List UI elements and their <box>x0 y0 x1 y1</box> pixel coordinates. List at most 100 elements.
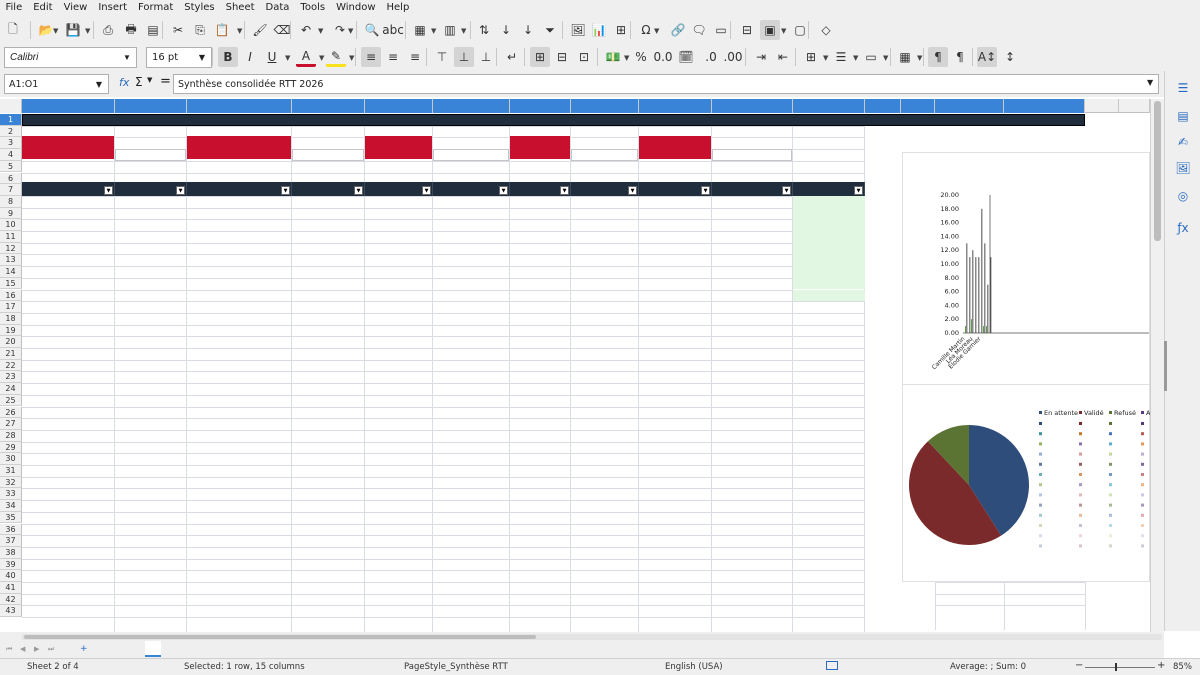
tab-instructions[interactable] <box>277 641 293 657</box>
delete-decimal-icon[interactable]: .00 <box>723 47 743 67</box>
column-header-H[interactable] <box>571 99 639 113</box>
table-cell[interactable] <box>292 196 365 208</box>
border-style-dropdown-icon[interactable]: ▼ <box>853 54 858 62</box>
row-header[interactable]: 22 <box>0 359 22 372</box>
column-header-F[interactable] <box>433 99 510 113</box>
percent-icon[interactable]: % <box>631 47 651 67</box>
table-cell[interactable] <box>571 254 639 266</box>
table-cell[interactable] <box>115 231 187 243</box>
sort-icon[interactable]: ⇅ <box>474 20 494 40</box>
comment-icon[interactable]: 🗨 <box>689 20 709 40</box>
row-header[interactable]: 38 <box>0 546 22 559</box>
pivot-table-icon[interactable]: ⊞ <box>611 20 631 40</box>
column-dropdown-icon[interactable]: ▼ <box>461 27 466 35</box>
row-header[interactable]: 41 <box>0 582 22 594</box>
decrease-indent-icon[interactable]: ⇤ <box>773 47 793 67</box>
row-header[interactable]: 43 <box>0 605 22 618</box>
align-bottom-icon[interactable]: ⊥ <box>476 47 496 67</box>
table-cell[interactable] <box>712 243 793 255</box>
table-header[interactable]: ▼ <box>22 182 115 196</box>
autofilter-icon[interactable]: ⏷ <box>540 20 560 40</box>
autofilter-button[interactable]: ▼ <box>422 185 431 195</box>
formula-input[interactable]: Synthèse consolidée RTT 2026 <box>173 74 1159 94</box>
chevron-down-icon[interactable]: ▼ <box>90 75 108 94</box>
copy-icon[interactable]: ⎘ <box>190 20 210 40</box>
increase-indent-icon[interactable]: ⇥ <box>751 47 771 67</box>
autofilter-button[interactable]: ▼ <box>354 185 363 195</box>
column-header-G[interactable] <box>510 99 571 113</box>
menu-file[interactable]: File <box>0 0 28 16</box>
merge-center-icon[interactable]: ⊞ <box>530 47 550 67</box>
alert-cell[interactable] <box>793 195 865 208</box>
underline-icon[interactable]: U <box>262 47 282 67</box>
cut-icon[interactable]: ✂ <box>168 20 188 40</box>
align-right-icon[interactable]: ≡ <box>405 47 425 67</box>
table-cell[interactable] <box>187 243 292 255</box>
table-cell[interactable] <box>365 208 433 220</box>
table-cell[interactable] <box>712 219 793 231</box>
row-header[interactable]: 25 <box>0 394 22 407</box>
table-cell[interactable] <box>433 219 510 231</box>
table-header[interactable]: ▼ <box>292 182 365 196</box>
table-cell[interactable] <box>571 266 639 278</box>
table-cell[interactable] <box>187 290 292 302</box>
border-color-dropdown-icon[interactable]: ▼ <box>883 54 888 62</box>
table-cell[interactable] <box>639 290 712 302</box>
table-cell[interactable] <box>365 219 433 231</box>
rtl-icon[interactable]: ¶ <box>950 47 970 67</box>
table-header[interactable]: ▼ <box>793 182 865 196</box>
column-header-O[interactable] <box>1004 99 1085 113</box>
column-header-K[interactable] <box>793 99 865 113</box>
table-cell[interactable] <box>365 278 433 290</box>
table-header[interactable]: ▼ <box>187 182 292 196</box>
menu-format[interactable]: Format <box>133 0 179 16</box>
new-document-icon[interactable]: 🗋 <box>3 20 23 40</box>
number-icon[interactable]: 0.0 <box>653 47 673 67</box>
ltr-icon[interactable]: ¶ <box>928 47 948 67</box>
menu-styles[interactable]: Styles <box>179 0 220 16</box>
table-cell[interactable] <box>571 231 639 243</box>
print-preview-icon[interactable]: ▤ <box>143 20 163 40</box>
row-header[interactable]: 27 <box>0 418 22 430</box>
table-cell[interactable] <box>712 266 793 278</box>
table-cell[interactable] <box>187 266 292 278</box>
currency-dropdown-icon[interactable]: ▼ <box>624 54 629 62</box>
row-header[interactable]: 32 <box>0 476 22 489</box>
row-header[interactable]: 4 <box>0 149 22 161</box>
autofilter-button[interactable]: ▼ <box>104 185 113 195</box>
paste-icon[interactable]: 📋 <box>212 20 232 40</box>
highlight-icon[interactable]: ✎ <box>326 47 346 67</box>
table-cell[interactable] <box>292 219 365 231</box>
table-cell[interactable] <box>510 196 571 208</box>
open-dropdown-icon[interactable]: ▼ <box>53 27 58 35</box>
functions-icon[interactable]: ƒx <box>1173 221 1193 241</box>
alert-cell[interactable] <box>793 254 865 267</box>
menu-sheet[interactable]: Sheet <box>220 0 260 16</box>
export-pdf-icon[interactable]: ⎙ <box>98 20 118 40</box>
align-left-icon[interactable]: ≡ <box>361 47 381 67</box>
table-cell[interactable] <box>571 208 639 220</box>
alert-cell[interactable] <box>793 207 865 220</box>
special-char-dropdown-icon[interactable]: ▼ <box>654 27 659 35</box>
sort-asc-icon[interactable]: ↓ <box>496 20 516 40</box>
table-cell[interactable] <box>22 290 115 302</box>
save-icon[interactable]: 💾 <box>63 20 83 40</box>
row-header[interactable]: 14 <box>0 266 22 278</box>
row-header[interactable]: 20 <box>0 336 22 348</box>
table-cell[interactable] <box>712 231 793 243</box>
currency-icon[interactable]: 💵 <box>603 47 623 67</box>
italic-icon[interactable]: I <box>240 47 260 67</box>
row-header[interactable]: 16 <box>0 289 22 302</box>
autofilter-button[interactable]: ▼ <box>782 185 791 195</box>
table-cell[interactable] <box>292 290 365 302</box>
column-header-I[interactable] <box>639 99 712 113</box>
table-cell[interactable] <box>433 208 510 220</box>
row-header[interactable]: 6 <box>0 172 22 185</box>
menu-tools[interactable]: Tools <box>295 0 331 16</box>
expand-formula-icon[interactable]: ▼ <box>1147 78 1153 87</box>
column-header-E[interactable] <box>365 99 433 113</box>
zoom-slider-thumb[interactable] <box>1115 663 1117 671</box>
border-color-icon[interactable]: ▭ <box>861 47 881 67</box>
chart-icon[interactable]: 📊 <box>589 20 609 40</box>
table-cell[interactable] <box>115 290 187 302</box>
